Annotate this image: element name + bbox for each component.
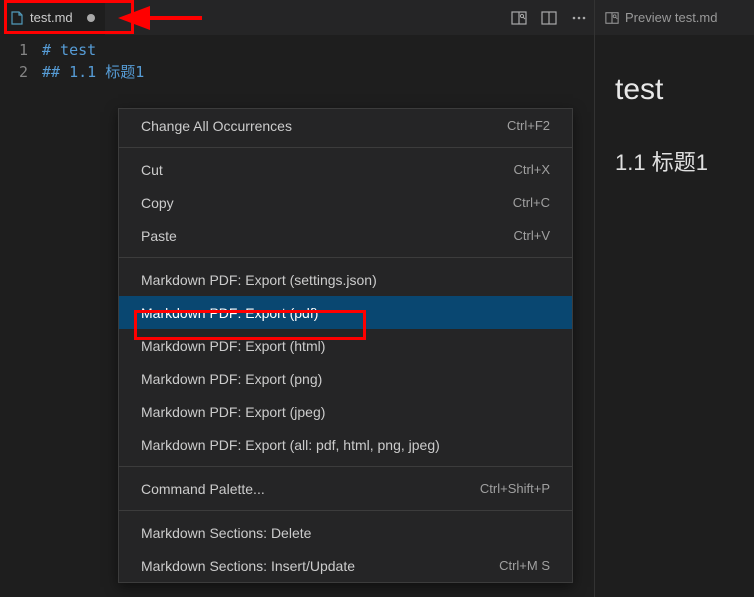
preview-content: test 1.1 标题1 xyxy=(595,35,754,197)
context-menu-item[interactable]: Markdown PDF: Export (png) xyxy=(119,362,572,395)
menu-item-shortcut: Ctrl+Shift+P xyxy=(480,481,550,496)
menu-item-shortcut: Ctrl+F2 xyxy=(507,118,550,133)
code-line: # test xyxy=(42,39,594,61)
dirty-indicator-icon xyxy=(87,14,95,22)
context-menu-item[interactable]: Markdown PDF: Export (pdf) xyxy=(119,296,572,329)
open-preview-side-icon[interactable] xyxy=(510,9,528,27)
line-gutter: 1 2 xyxy=(0,39,42,83)
menu-item-label: Markdown Sections: Insert/Update xyxy=(141,558,355,574)
context-menu-item[interactable]: Markdown PDF: Export (jpeg) xyxy=(119,395,572,428)
menu-item-label: Markdown PDF: Export (png) xyxy=(141,371,322,387)
preview-heading-2: 1.1 标题1 xyxy=(615,145,734,177)
menu-item-label: Markdown Sections: Delete xyxy=(141,525,311,541)
menu-item-label: Markdown PDF: Export (all: pdf, html, pn… xyxy=(141,437,440,453)
editor-tab[interactable]: test.md xyxy=(0,0,105,35)
context-menu-item[interactable]: Markdown Sections: Delete xyxy=(119,516,572,549)
context-menu-item[interactable]: Markdown PDF: Export (all: pdf, html, pn… xyxy=(119,428,572,461)
menu-separator xyxy=(119,510,572,511)
tab-bar: test.md xyxy=(0,0,594,35)
menu-item-label: Command Palette... xyxy=(141,481,265,497)
menu-item-shortcut: Ctrl+M S xyxy=(499,558,550,573)
annotation-arrow-icon xyxy=(132,6,212,36)
context-menu-item[interactable]: Markdown PDF: Export (settings.json) xyxy=(119,263,572,296)
context-menu-item[interactable]: Markdown Sections: Insert/Update Ctrl+M S xyxy=(119,549,572,582)
menu-item-label: Markdown PDF: Export (html) xyxy=(141,338,325,354)
menu-item-label: Markdown PDF: Export (jpeg) xyxy=(141,404,325,420)
menu-item-label: Cut xyxy=(141,162,163,178)
context-menu-item[interactable]: Command Palette... Ctrl+Shift+P xyxy=(119,472,572,505)
preview-icon xyxy=(605,11,619,25)
context-menu-item[interactable]: Copy Ctrl+C xyxy=(119,186,572,219)
line-number: 2 xyxy=(0,61,28,83)
preview-pane: Preview test.md test 1.1 标题1 xyxy=(594,0,754,597)
context-menu-item[interactable]: Cut Ctrl+X xyxy=(119,153,572,186)
menu-item-label: Paste xyxy=(141,228,177,244)
menu-separator xyxy=(119,147,572,148)
code-line: ## 1.1 标题1 xyxy=(42,61,594,83)
markdown-file-icon xyxy=(10,11,24,25)
code-area[interactable]: # test ## 1.1 标题1 xyxy=(42,39,594,83)
tab-actions xyxy=(510,0,588,35)
preview-tab-bar: Preview test.md xyxy=(595,0,754,35)
context-menu: Change All Occurrences Ctrl+F2 Cut Ctrl+X Co… xyxy=(118,108,573,583)
tab-filename: test.md xyxy=(30,10,73,25)
menu-separator xyxy=(119,466,572,467)
menu-item-label: Markdown PDF: Export (pdf) xyxy=(141,305,318,321)
split-editor-icon[interactable] xyxy=(540,9,558,27)
context-menu-item[interactable]: Markdown PDF: Export (html) xyxy=(119,329,572,362)
context-menu-item[interactable]: Paste Ctrl+V xyxy=(119,219,572,252)
line-number: 1 xyxy=(0,39,28,61)
menu-item-label: Copy xyxy=(141,195,174,211)
context-menu-item[interactable]: Change All Occurrences Ctrl+F2 xyxy=(119,109,572,142)
editor-body[interactable]: 1 2 # test ## 1.1 标题1 xyxy=(0,35,594,83)
menu-item-label: Markdown PDF: Export (settings.json) xyxy=(141,272,377,288)
preview-heading-1: test xyxy=(615,73,734,107)
menu-item-label: Change All Occurrences xyxy=(141,118,292,134)
more-actions-icon[interactable] xyxy=(570,9,588,27)
menu-separator xyxy=(119,257,572,258)
preview-tab-label: Preview test.md xyxy=(625,10,717,25)
menu-item-shortcut: Ctrl+X xyxy=(514,162,550,177)
menu-item-shortcut: Ctrl+V xyxy=(514,228,550,243)
menu-item-shortcut: Ctrl+C xyxy=(513,195,550,210)
